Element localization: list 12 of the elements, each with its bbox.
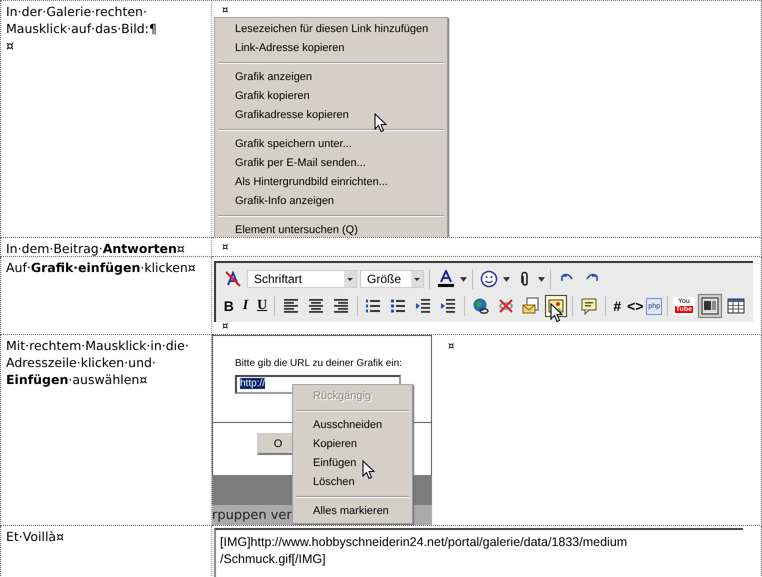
- result-text-line: /Schmuck.gif[/IMG]: [220, 551, 327, 568]
- dialog-prompt: Bitte gib die URL zu deiner Grafik ein:: [235, 358, 403, 369]
- cell-mark: ¤: [222, 5, 228, 17]
- instruction-text: In·der·Galerie·rechten· Mausklick·auf·das·Bild:¶ ¤: [6, 3, 157, 54]
- instruction-text: In·dem·Beitrag·Antworten¤: [6, 240, 185, 256]
- instruction-text: Et·Voillà¤: [6, 528, 64, 545]
- cell-mark: ¤: [222, 242, 228, 254]
- cell-mark: ¤: [222, 321, 228, 333]
- cell-mark: ¤: [448, 341, 454, 353]
- instruction-text: Auf·Grafik·einfügen·klicken¤: [6, 259, 196, 276]
- instruction-text: Mit·rechtem·Mausklick·in·die· Adresszeile·klicken·und· Einfügen·auswählen¤: [6, 337, 189, 388]
- result-text-line: [IMG]http://www.hobbyschneiderin24.net/portal/galerie/data/1833/medium: [220, 534, 628, 551]
